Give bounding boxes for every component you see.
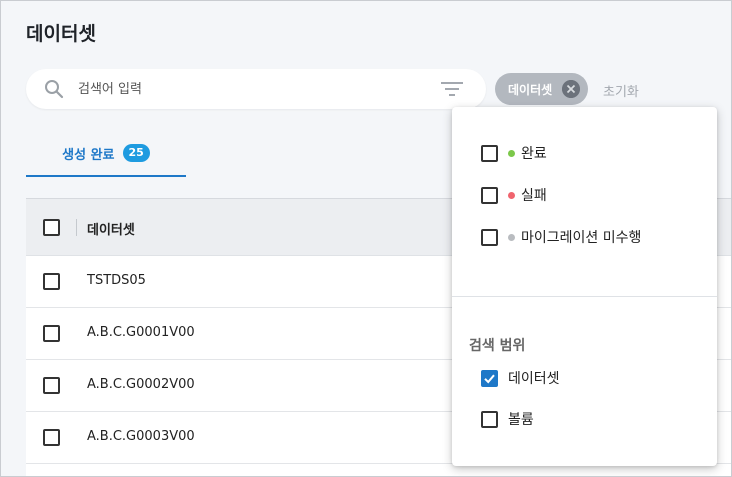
column-divider: [76, 219, 77, 236]
reset-button[interactable]: 초기화: [603, 81, 639, 100]
row-dataset-name: A.B.C.G0003V00: [87, 429, 195, 444]
select-all-checkbox[interactable]: [43, 219, 60, 236]
filter-icon[interactable]: [440, 80, 464, 98]
row-dataset-name: TSTDS05: [87, 273, 146, 288]
status-checkbox[interactable]: [481, 144, 498, 162]
filter-chip: 데이터셋: [495, 73, 588, 105]
row-dataset-name: A.B.C.G0002V00: [87, 377, 195, 392]
scope-option-label: 볼륨: [508, 412, 534, 428]
row-checkbox[interactable]: [43, 429, 60, 446]
search-bar: [26, 69, 486, 109]
row-checkbox[interactable]: [43, 273, 60, 290]
scope-checkbox[interactable]: [481, 369, 498, 387]
scope-option-label: 데이터셋: [508, 371, 560, 387]
status-dot-icon: [508, 233, 515, 241]
tab-label: 생성 완료: [62, 147, 115, 163]
app-frame: 데이터셋 데이터셋 초기화 생성 완료 25 데이터셋: [0, 0, 732, 477]
status-dot-icon: [508, 149, 515, 157]
scope-checkbox[interactable]: [481, 410, 498, 428]
status-checkbox[interactable]: [481, 228, 498, 246]
status-option-label: 완료: [521, 146, 547, 162]
status-option-not-migrated[interactable]: 마이그레이션 미수행: [481, 227, 641, 247]
search-icon: [45, 80, 64, 99]
status-checkbox[interactable]: [481, 186, 498, 204]
count-badge: 25: [122, 144, 150, 162]
status-option-complete[interactable]: 완료: [481, 143, 547, 163]
scope-option-volume[interactable]: 볼륨: [481, 409, 534, 429]
row-checkbox[interactable]: [43, 325, 60, 342]
status-option-label: 마이그레이션 미수행: [521, 230, 642, 246]
dropdown-divider: [452, 296, 717, 297]
checkmark-icon: [484, 374, 495, 383]
status-option-label: 실패: [521, 188, 547, 204]
scope-option-dataset[interactable]: 데이터셋: [481, 368, 560, 388]
status-option-failed[interactable]: 실패: [481, 185, 547, 205]
filter-dropdown: 완료 실패 마이그레이션 미수행 검색 범위 데이터셋 볼륨: [452, 107, 717, 466]
search-scope-title: 검색 범위: [469, 338, 526, 354]
page-title: 데이터셋: [26, 23, 96, 45]
search-input[interactable]: [78, 78, 418, 100]
tab-created-complete[interactable]: 생성 완료 25: [26, 131, 186, 177]
row-checkbox[interactable]: [43, 377, 60, 394]
filter-chip-label: 데이터셋: [508, 82, 553, 97]
close-icon[interactable]: [562, 80, 580, 98]
status-dot-icon: [508, 191, 515, 199]
column-header-dataset: 데이터셋: [87, 223, 135, 238]
row-dataset-name: A.B.C.G0001V00: [87, 325, 195, 340]
